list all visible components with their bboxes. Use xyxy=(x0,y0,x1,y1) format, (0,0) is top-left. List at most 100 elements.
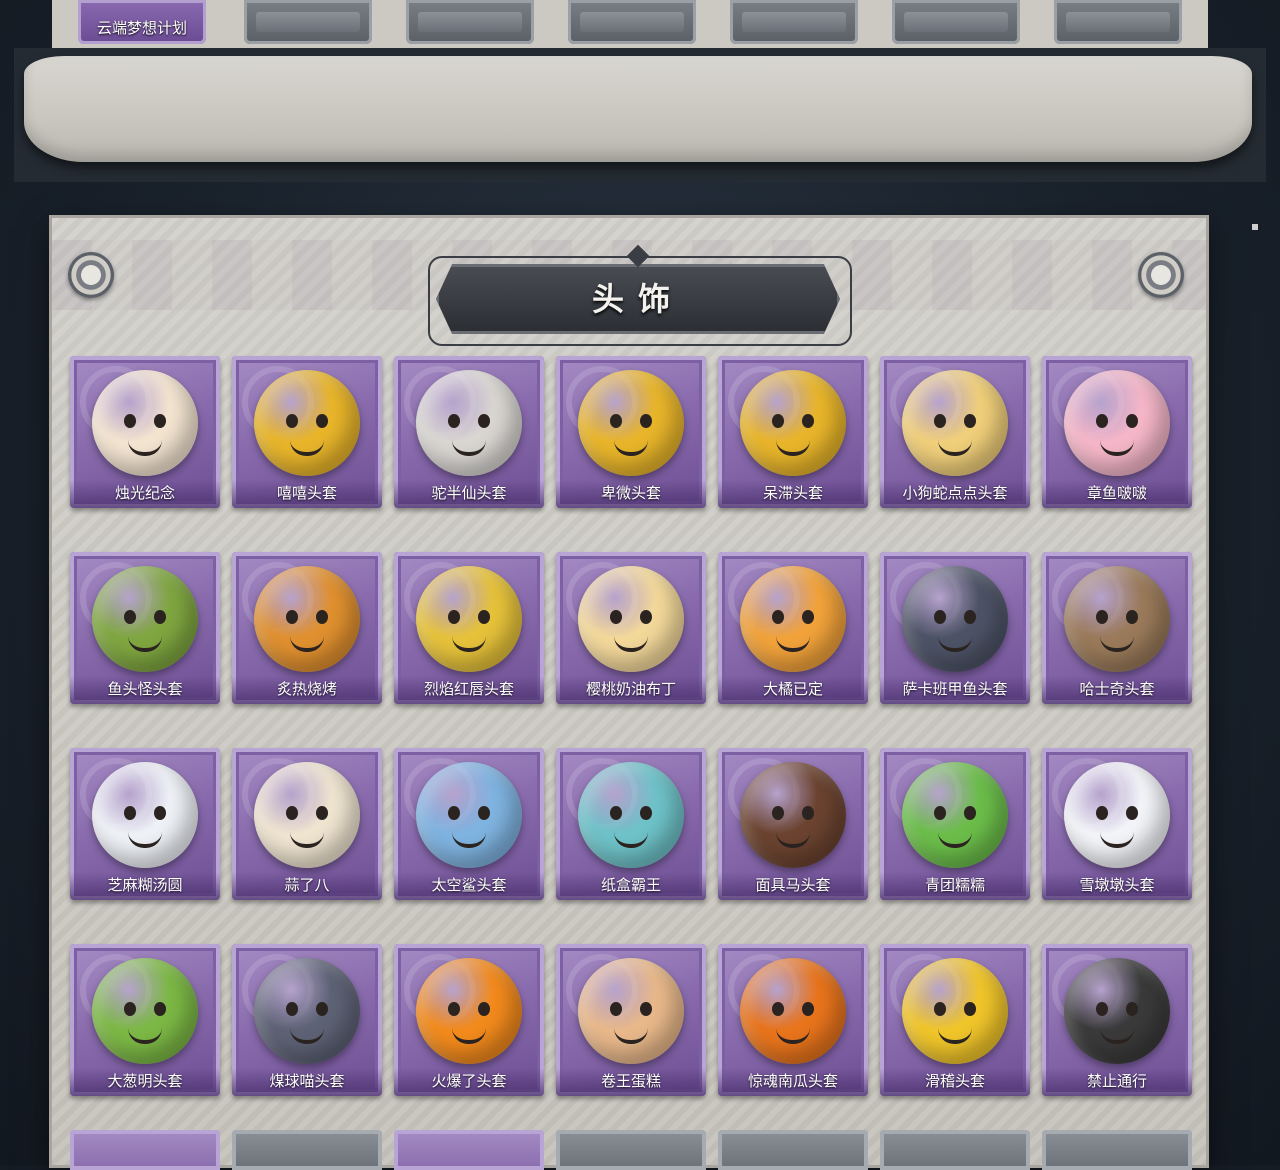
item-card[interactable]: 芝麻糊汤圆 xyxy=(70,748,220,900)
item-label: 蒜了八 xyxy=(232,872,382,900)
item-card[interactable]: 雪墩墩头套 xyxy=(1042,748,1192,900)
fire-spirit-head-icon xyxy=(416,958,522,1064)
sacabambaspis-head-icon xyxy=(902,566,1008,672)
decorative-dot xyxy=(1252,224,1258,230)
item-card[interactable]: 禁止通行 xyxy=(1042,944,1192,1096)
item-label: 面具马头套 xyxy=(718,872,868,900)
item-grid: 烛光纪念 嘻嘻头套 驼半仙头套 卑微头套 呆滞头套 小狗蛇点点头套 章鱼啵啵鱼头怪头套 炙热烧… xyxy=(70,356,1194,1096)
horse-mask-head-icon xyxy=(740,762,846,868)
item-card[interactable]: 卷王蛋糕 xyxy=(556,944,706,1096)
smirk-emoji-head-icon xyxy=(902,958,1008,1064)
husky-head-icon xyxy=(1064,566,1170,672)
item-card[interactable]: 青团糯糯 xyxy=(880,748,1030,900)
item-label: 惊魂南瓜头套 xyxy=(718,1068,868,1096)
item-card[interactable]: 章鱼啵啵 xyxy=(1042,356,1192,508)
locked-slot xyxy=(1042,1130,1192,1170)
dazed-emoji-head-icon xyxy=(740,370,846,476)
item-card[interactable]: 滑稽头套 xyxy=(880,944,1030,1096)
item-card-yunduan[interactable]: 云端梦想计划 xyxy=(78,0,206,44)
yellow-mouse-head-icon xyxy=(416,566,522,672)
locked-slot xyxy=(730,0,858,44)
item-label: 烈焰红唇头套 xyxy=(394,676,544,704)
item-card[interactable]: 烈焰红唇头套 xyxy=(394,552,544,704)
item-card-partial[interactable] xyxy=(394,1130,544,1170)
item-label: 嘻嘻头套 xyxy=(232,480,382,508)
item-label: 大橘已定 xyxy=(718,676,868,704)
section-title: 头饰 xyxy=(591,281,684,317)
green-rice-ball-head-icon xyxy=(902,762,1008,868)
orange-slice-head-icon xyxy=(740,566,846,672)
item-label: 萨卡班甲鱼头套 xyxy=(880,676,1030,704)
item-label: 鱼头怪头套 xyxy=(70,676,220,704)
item-label: 小狗蛇点点头套 xyxy=(880,480,1030,508)
previous-panel: 云端梦想计划 xyxy=(52,0,1208,48)
item-card[interactable]: 哈士奇头套 xyxy=(1042,552,1192,704)
item-card[interactable]: 蒜了八 xyxy=(232,748,382,900)
item-card[interactable]: 炙热烧烤 xyxy=(232,552,382,704)
item-label: 樱桃奶油布丁 xyxy=(556,676,706,704)
item-card[interactable]: 大橘已定 xyxy=(718,552,868,704)
locked-slot xyxy=(232,1130,382,1170)
item-card[interactable]: 大葱明头套 xyxy=(70,944,220,1096)
item-card[interactable]: 萨卡班甲鱼头套 xyxy=(880,552,1030,704)
item-label: 云端梦想计划 xyxy=(96,20,187,37)
item-card[interactable]: 纸盒霸王 xyxy=(556,748,706,900)
item-card[interactable]: 樱桃奶油布丁 xyxy=(556,552,706,704)
locked-slot xyxy=(880,1130,1030,1170)
item-label: 卷王蛋糕 xyxy=(556,1068,706,1096)
shy-emoji-head-icon xyxy=(578,370,684,476)
item-card[interactable]: 呆滞头套 xyxy=(718,356,868,508)
scroll-divider xyxy=(24,56,1252,162)
item-card[interactable]: 鱼头怪头套 xyxy=(70,552,220,704)
item-label: 纸盒霸王 xyxy=(556,872,706,900)
item-card[interactable]: 惊魂南瓜头套 xyxy=(718,944,868,1096)
gray-cat-head-icon xyxy=(254,958,360,1064)
scallion-head-icon xyxy=(92,958,198,1064)
item-card-partial[interactable] xyxy=(70,1130,220,1170)
snowman-head-icon xyxy=(1064,762,1170,868)
item-label: 大葱明头套 xyxy=(70,1068,220,1096)
locked-slot xyxy=(568,0,696,44)
sunglasses-alpaca-head-icon xyxy=(416,370,522,476)
item-label: 呆滞头套 xyxy=(718,480,868,508)
grin-emoji-head-icon xyxy=(254,370,360,476)
locked-slot xyxy=(1054,0,1182,44)
item-card[interactable]: 烛光纪念 xyxy=(70,356,220,508)
compass-emblem-icon xyxy=(68,252,114,298)
item-card[interactable]: 驼半仙头套 xyxy=(394,356,544,508)
item-card[interactable]: 卑微头套 xyxy=(556,356,706,508)
item-label: 雪墩墩头套 xyxy=(1042,872,1192,900)
pudding-head-icon xyxy=(578,566,684,672)
headwear-panel: 头饰 烛光纪念 嘻嘻头套 驼半仙头套 卑微头套 呆滞头套 小狗蛇点点头套 章鱼啵啵鱼头怪头套… xyxy=(52,218,1206,1165)
roll-cake-head-icon xyxy=(578,958,684,1064)
locked-slot xyxy=(556,1130,706,1170)
cardboard-dino-head-icon xyxy=(578,762,684,868)
item-label: 禁止通行 xyxy=(1042,1068,1192,1096)
item-card[interactable]: 煤球喵头套 xyxy=(232,944,382,1096)
shark-head-icon xyxy=(416,762,522,868)
item-label: 驼半仙头套 xyxy=(394,480,544,508)
item-card[interactable]: 小狗蛇点点头套 xyxy=(880,356,1030,508)
item-label: 章鱼啵啵 xyxy=(1042,480,1192,508)
traffic-cone-head-icon xyxy=(1064,958,1170,1064)
item-label: 芝麻糊汤圆 xyxy=(70,872,220,900)
candle-head-icon xyxy=(92,370,198,476)
locked-slot xyxy=(244,0,372,44)
dumpling-head-icon xyxy=(92,762,198,868)
item-label: 火爆了头套 xyxy=(394,1068,544,1096)
bbq-meat-head-icon xyxy=(254,566,360,672)
item-label: 太空鲨头套 xyxy=(394,872,544,900)
item-card[interactable]: 面具马头套 xyxy=(718,748,868,900)
pink-octopus-head-icon xyxy=(1064,370,1170,476)
item-card[interactable]: 嘻嘻头套 xyxy=(232,356,382,508)
item-label: 烛光纪念 xyxy=(70,480,220,508)
item-label: 滑稽头套 xyxy=(880,1068,1030,1096)
item-label: 青团糯糯 xyxy=(880,872,1030,900)
fish-monster-head-icon xyxy=(92,566,198,672)
snake-head-icon xyxy=(902,370,1008,476)
item-card[interactable]: 太空鲨头套 xyxy=(394,748,544,900)
locked-slot xyxy=(406,0,534,44)
compass-emblem-icon xyxy=(1138,252,1184,298)
item-card[interactable]: 火爆了头套 xyxy=(394,944,544,1096)
item-label: 煤球喵头套 xyxy=(232,1068,382,1096)
